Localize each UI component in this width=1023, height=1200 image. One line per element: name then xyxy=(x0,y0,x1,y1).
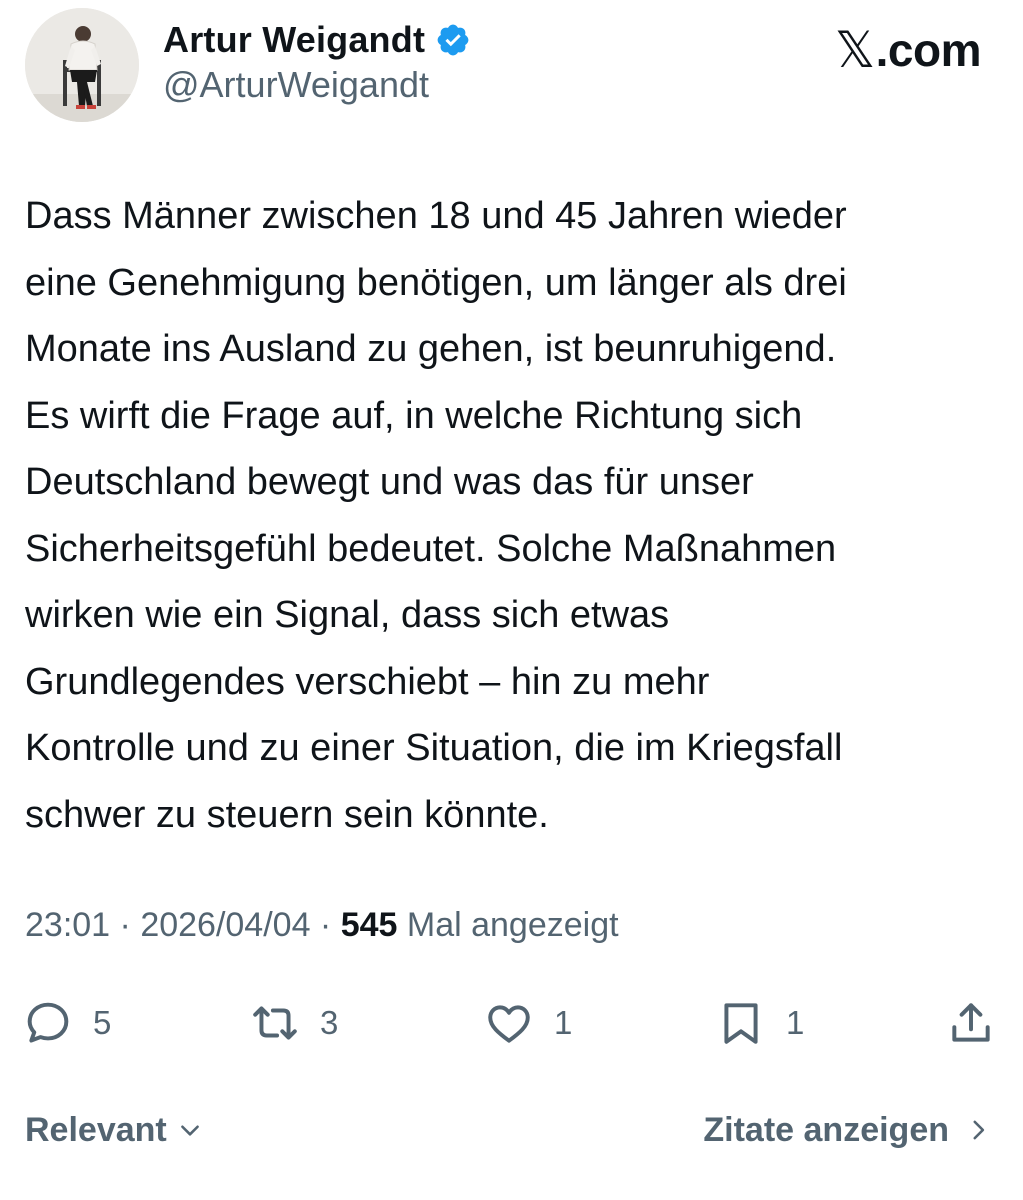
repost-count: 3 xyxy=(320,1004,339,1041)
views-label: Mal angezeigt xyxy=(397,906,619,944)
meta-separator: · xyxy=(310,906,341,944)
tweet-action-bar: 5 3 1 1 xyxy=(0,995,1023,1051)
tweet-meta: 23:01 · 2026/04/04 · 545 Mal angezeigt xyxy=(25,906,619,945)
bookmark-icon xyxy=(724,1003,758,1044)
like-button[interactable]: 1 xyxy=(484,995,572,1051)
sort-replies-dropdown[interactable]: Relevant xyxy=(25,1104,203,1156)
like-count: 1 xyxy=(554,1004,573,1041)
reply-count: 5 xyxy=(93,1004,112,1041)
repost-icon xyxy=(253,1006,297,1040)
view-quotes-link[interactable]: Zitate anzeigen xyxy=(703,1104,991,1156)
verified-badge-icon xyxy=(437,24,469,56)
chevron-down-icon xyxy=(180,1125,199,1136)
views-count: 545 xyxy=(340,906,398,944)
heart-icon xyxy=(488,1005,530,1043)
author-avatar[interactable] xyxy=(25,8,139,122)
bookmark-count: 1 xyxy=(786,1004,805,1041)
tweet-date[interactable]: 2026/04/04 xyxy=(140,906,310,944)
reply-icon xyxy=(27,1002,69,1043)
reply-button[interactable]: 5 xyxy=(23,995,111,1051)
avatar-photo xyxy=(25,8,139,122)
share-icon xyxy=(952,1003,990,1042)
author-display-name-row[interactable]: Artur Weigandt xyxy=(163,16,471,64)
repost-button[interactable]: 3 xyxy=(250,995,338,1051)
brand-domain: .com xyxy=(875,24,982,76)
share-button[interactable] xyxy=(946,995,996,1051)
reply-controls: Relevant Zitate anzeigen xyxy=(0,1104,1023,1156)
sort-label: Relevant xyxy=(25,1110,167,1149)
meta-separator: · xyxy=(110,906,141,944)
author-handle[interactable]: @ArturWeigandt xyxy=(163,64,429,106)
author-display-name[interactable]: Artur Weigandt xyxy=(163,19,425,61)
bookmark-button[interactable]: 1 xyxy=(716,995,804,1051)
tweet-time[interactable]: 23:01 xyxy=(25,906,110,944)
x-brand-logo: 𝕏 .com xyxy=(834,21,982,79)
quotes-label: Zitate anzeigen xyxy=(703,1110,949,1149)
tweet-text: Dass Männer zwischen 18 und 45 Jahren wi… xyxy=(25,195,847,836)
x-logo-icon: 𝕏 xyxy=(834,21,875,79)
chevron-right-icon xyxy=(973,1120,985,1140)
